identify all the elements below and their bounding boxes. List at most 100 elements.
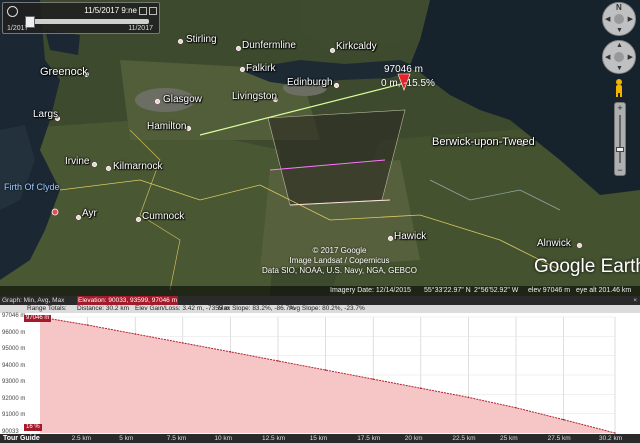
elevation-point <box>134 333 136 335</box>
range-distance: Distance: 30.2 km <box>77 305 130 312</box>
navigation-controls: N ◀ ▶ ▼ ▲ ◀ ▶ ▼ + − <box>602 2 638 178</box>
eye-altitude-readout: eye alt 201.46 km <box>576 287 632 294</box>
close-icon[interactable]: × <box>633 296 637 305</box>
elevation-point <box>229 351 232 353</box>
close-time-slider-icon[interactable] <box>149 7 157 15</box>
look-around-compass[interactable]: N ◀ ▶ ▼ <box>602 2 636 36</box>
profile-range-bar: Range Totals: Distance: 30.2 km Elev Gai… <box>0 305 640 313</box>
imagery-date: Imagery Date: 12/14/2015 <box>330 287 411 294</box>
x-tick-label: 7.5 km <box>166 435 187 442</box>
tour-guide-button[interactable]: Tour Guide <box>3 434 40 443</box>
y-tick-label: 96000 m <box>2 329 26 336</box>
elevation-profile-panel[interactable]: Graph: Min, Avg, Max Elevation: 90033, 9… <box>0 296 640 443</box>
place-label-dunfermline: Dunfermline <box>242 40 296 51</box>
elevation-point <box>181 342 184 344</box>
range-avg-slope: Avg Slope: 80.2%, -23.7% <box>289 305 365 312</box>
elevation-point <box>419 387 422 390</box>
x-tick-label: 17.5 km <box>357 435 381 442</box>
place-label-hamilton: Hamilton <box>147 121 187 132</box>
x-tick-label: 12.5 km <box>261 435 286 442</box>
move-left-icon[interactable]: ◀ <box>605 53 610 61</box>
x-tick-label: 30.2 km <box>599 435 623 442</box>
elevation-point <box>86 324 89 326</box>
map-view[interactable]: Stirling Dunfermline Kirkcaldy Greenock … <box>0 0 640 296</box>
hand-icon <box>614 52 624 62</box>
latitude-readout: 55°33'22.97" N <box>424 287 471 294</box>
longitude-readout: 2°56'52.92" W <box>474 287 519 294</box>
place-label-falkirk: Falkirk <box>246 63 276 74</box>
y-tick-label: 94000 m <box>2 362 26 369</box>
zoom-handle[interactable] <box>616 147 624 152</box>
graph-mode-label: Graph: Min, Avg, Max <box>2 297 65 304</box>
x-tick-label: 22.5 km <box>452 435 476 442</box>
zoom-track[interactable] <box>619 115 621 163</box>
y-tick-label: 97046 m <box>2 313 26 319</box>
place-label-irvine: Irvine <box>65 156 90 167</box>
copyright-attribution: © 2017 Google Image Landsat / Copernicus… <box>262 246 417 276</box>
map-status-bar: Imagery Date: 12/14/2015 55°33'22.97" N … <box>0 286 640 296</box>
elevation-point <box>515 406 517 409</box>
logo-earth: Earth <box>600 256 640 277</box>
time-slider-start-date: 1/2017 <box>7 25 29 32</box>
y-tick-label: 91000 m <box>2 412 26 419</box>
profile-x-axis-bar: Tour Guide 2.5 km 5 km 7.5 km 10 km 12.5 km 1… <box>0 434 640 443</box>
place-label-berwick-upon-tweed: Berwick-upon-Tweed <box>432 136 535 148</box>
elevation-point <box>324 369 327 371</box>
look-down-icon[interactable]: ▼ <box>616 27 623 34</box>
time-slider-current-date: 11/5/2017 9:ne <box>84 6 137 15</box>
profile-summary-bar: Graph: Min, Avg, Max Elevation: 90033, 9… <box>0 296 640 305</box>
water-label-firth-of-clyde: Firth Of Clyde <box>4 182 60 192</box>
y-tick-label: 93000 m <box>2 379 26 386</box>
range-elev-gain-loss: Elev Gain/Loss: 3.42 m, -7355 m <box>135 305 230 312</box>
place-label-cumnock: Cumnock <box>142 211 185 222</box>
place-label-glasgow: Glasgow <box>163 94 202 105</box>
eye-icon <box>614 14 624 24</box>
place-label-hawick: Hawick <box>394 231 427 242</box>
x-tick-label: 5 km <box>119 435 134 442</box>
move-joystick[interactable]: ▲ ◀ ▶ ▼ <box>602 40 636 74</box>
historical-imagery-time-slider[interactable]: 11/5/2017 9:ne 1/2017 11/2017 <box>2 2 160 34</box>
zoom-in-time-icon[interactable] <box>139 7 147 15</box>
look-left-icon[interactable]: ◀ <box>605 15 610 23</box>
elevation-readout: elev 97046 m <box>528 287 571 294</box>
elevation-point <box>467 396 470 399</box>
place-label-kirkcaldy: Kirkcaldy <box>336 41 377 52</box>
copyright-line-1: © 2017 Google <box>312 246 367 255</box>
marker-distance-label: 97046 m <box>384 64 423 75</box>
y-max-highlight: 97046 m <box>24 315 52 322</box>
elevation-point <box>372 378 374 380</box>
time-slider-track[interactable] <box>25 19 149 24</box>
y-tick-label: 92000 m <box>2 395 26 402</box>
elevation-summary: Elevation: 90033, 93599, 97046 m <box>77 296 179 305</box>
place-label-stirling: Stirling <box>186 34 217 45</box>
elevation-chart[interactable] <box>0 313 640 443</box>
range-totals-label: Range Totals: <box>27 305 67 312</box>
zoom-slider[interactable]: + − <box>614 102 626 176</box>
x-tick-label: 2.5 km <box>71 435 92 442</box>
place-label-kilmarnock: Kilmarnock <box>113 161 163 172</box>
place-label-largs: Largs <box>33 109 59 120</box>
north-icon[interactable]: N <box>616 3 622 12</box>
zoom-out-icon[interactable]: − <box>615 165 625 175</box>
time-slider-end-date: 11/2017 <box>128 25 153 32</box>
move-down-icon[interactable]: ▼ <box>616 65 623 72</box>
place-label-greenock: Greenock <box>40 66 88 78</box>
zoom-in-icon[interactable]: + <box>615 103 625 113</box>
place-label-edinburgh: Edinburgh <box>287 77 333 88</box>
clock-icon[interactable] <box>7 6 18 17</box>
move-up-icon[interactable]: ▲ <box>616 42 623 49</box>
pegman-icon[interactable] <box>612 78 626 98</box>
place-label-alnwick: Alnwick <box>537 238 571 249</box>
x-tick-label: 10 km <box>214 435 233 442</box>
move-right-icon[interactable]: ▶ <box>628 53 633 61</box>
slope-highlight: 16 % <box>24 424 42 431</box>
x-tick-label: 20 km <box>404 435 423 442</box>
x-tick-label: 25 km <box>499 435 518 442</box>
logo-google: Google <box>534 256 596 277</box>
y-tick-label: 95000 m <box>2 346 26 353</box>
elevation-point <box>562 418 565 421</box>
look-right-icon[interactable]: ▶ <box>628 15 633 23</box>
elevation-point <box>277 360 279 362</box>
copyright-line-3: Data SIO, NOAA, U.S. Navy, NGA, GEBCO <box>262 266 417 275</box>
x-tick-label: 15 km <box>309 435 328 442</box>
